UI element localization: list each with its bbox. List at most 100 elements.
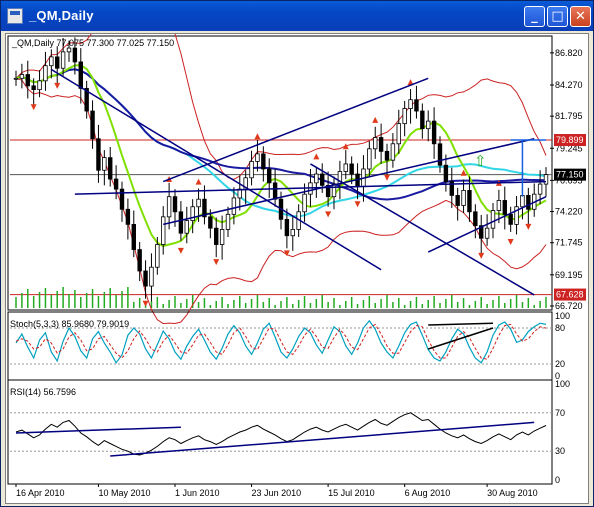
candle-body [43,65,48,82]
candle-body [66,47,72,53]
stoch-tick-label: 20 [555,359,565,369]
close-button[interactable]: ✕ [570,6,591,27]
price-tick-label: 84.270 [555,80,583,90]
candle-body [31,85,36,91]
rsi-tick-label: 70 [555,408,565,418]
candle-body [208,216,213,229]
candle-body [166,196,172,218]
chart-canvas[interactable]: _QM,Daily 77.075 77.300 77.025 77.150 ⇧ … [6,34,588,503]
candle-body [161,216,166,245]
candle-body [526,195,531,210]
x-tick-label: 1 Jun 2010 [175,488,220,498]
rsi-tick-label: 0 [555,475,560,485]
candle-body [290,229,295,237]
candle-body [225,213,231,230]
rsi-panel [7,379,553,485]
up-arrow-icon: ⇧ [474,153,487,170]
candle-body [261,153,266,170]
candle-body [378,137,384,152]
candle-body [402,108,407,125]
candle-body [219,229,225,245]
candle-body [113,178,119,190]
candle-body [473,211,478,227]
price-tick-label: 69.195 [555,270,583,280]
candle-body [455,195,460,206]
candle-body [396,123,401,145]
x-tick-label: 6 Aug 2010 [405,488,451,498]
candle-body [184,220,189,234]
rsi-line [15,412,547,456]
candle-body [420,110,425,130]
candle-body [137,249,142,272]
ohlc-label: _QM,Daily 77.075 77.300 77.025 77.150 [11,38,174,48]
candle-body [437,143,443,166]
candle-body [467,189,472,213]
candle-body [390,143,396,161]
chart-frame[interactable]: _QM,Daily 77.075 77.300 77.025 77.150 ⇧ … [5,33,589,504]
price-tag-label: 67.628 [556,290,584,300]
candle-body [520,195,525,208]
candle-body [96,138,101,171]
fractal-down-marker [142,300,149,307]
chart-window: _QM,Daily _ □ ✕ _QM,Daily 77.075 77.300 … [0,0,594,507]
candle-body [543,174,549,185]
candle-body [272,182,278,200]
price-tick-label: 71.745 [555,238,583,248]
candle-body [178,211,184,234]
candle-body [508,213,513,225]
candle-body [249,161,254,179]
candle-body [102,157,107,171]
candle-body [60,51,66,69]
chart-app-icon [7,8,23,24]
fractal-down-marker [478,252,485,259]
candle-body [267,168,272,184]
fractal-down-marker [177,247,184,254]
candle-body [108,157,113,180]
fractal-up-marker [372,116,379,123]
rsi-trend-line [15,426,181,434]
candle-body [320,173,325,186]
fractal-down-marker [325,211,332,218]
candle-body [49,56,54,67]
minimize-button[interactable]: _ [524,6,545,27]
title-bar[interactable]: _QM,Daily _ □ ✕ [1,1,593,31]
fractal-down-marker [30,104,37,111]
candle-body [149,266,154,287]
fractal-down-marker [384,174,390,181]
stoch-tick-label: 100 [555,311,570,321]
candle-body [490,210,496,229]
candle-body [431,120,437,145]
candle-body [408,99,413,109]
candle-body [196,198,201,208]
rsi-tick-label: 100 [555,379,570,389]
fractal-up-marker [254,133,261,140]
stoch-trend-line [428,322,494,326]
fractal-down-marker [525,223,532,230]
price-tick-label: 86.820 [555,48,583,58]
stoch-tick-label: 80 [555,323,565,333]
candle-body [373,137,378,150]
candle-body [155,244,160,268]
maximize-button[interactable]: □ [547,6,568,27]
candle-body [484,227,490,239]
candle-body [537,183,543,195]
price-panel [7,34,554,325]
candle-body [502,200,507,215]
candle-body [55,56,60,69]
candle-body [172,196,178,213]
x-tick-label: 16 Apr 2010 [16,488,65,498]
fractal-up-marker [313,153,320,160]
candle-body [143,270,148,287]
candle-body [231,197,237,215]
stochastic-label: Stoch(5,3,3) 85.9680 79.9019 [10,319,129,329]
x-tick-label: 23 Jun 2010 [252,488,302,498]
candle-body [19,74,25,79]
candle-body [426,120,431,130]
fractal-down-marker [354,201,361,208]
candle-body [214,227,219,245]
price-tag-label: 77.150 [556,170,584,180]
price-tick-label: 66.720 [555,301,583,311]
x-tick-label: 30 Aug 2010 [487,488,538,498]
x-tick-label: 10 May 2010 [98,488,150,498]
rsi-label: RSI(14) 56.7596 [10,387,76,397]
